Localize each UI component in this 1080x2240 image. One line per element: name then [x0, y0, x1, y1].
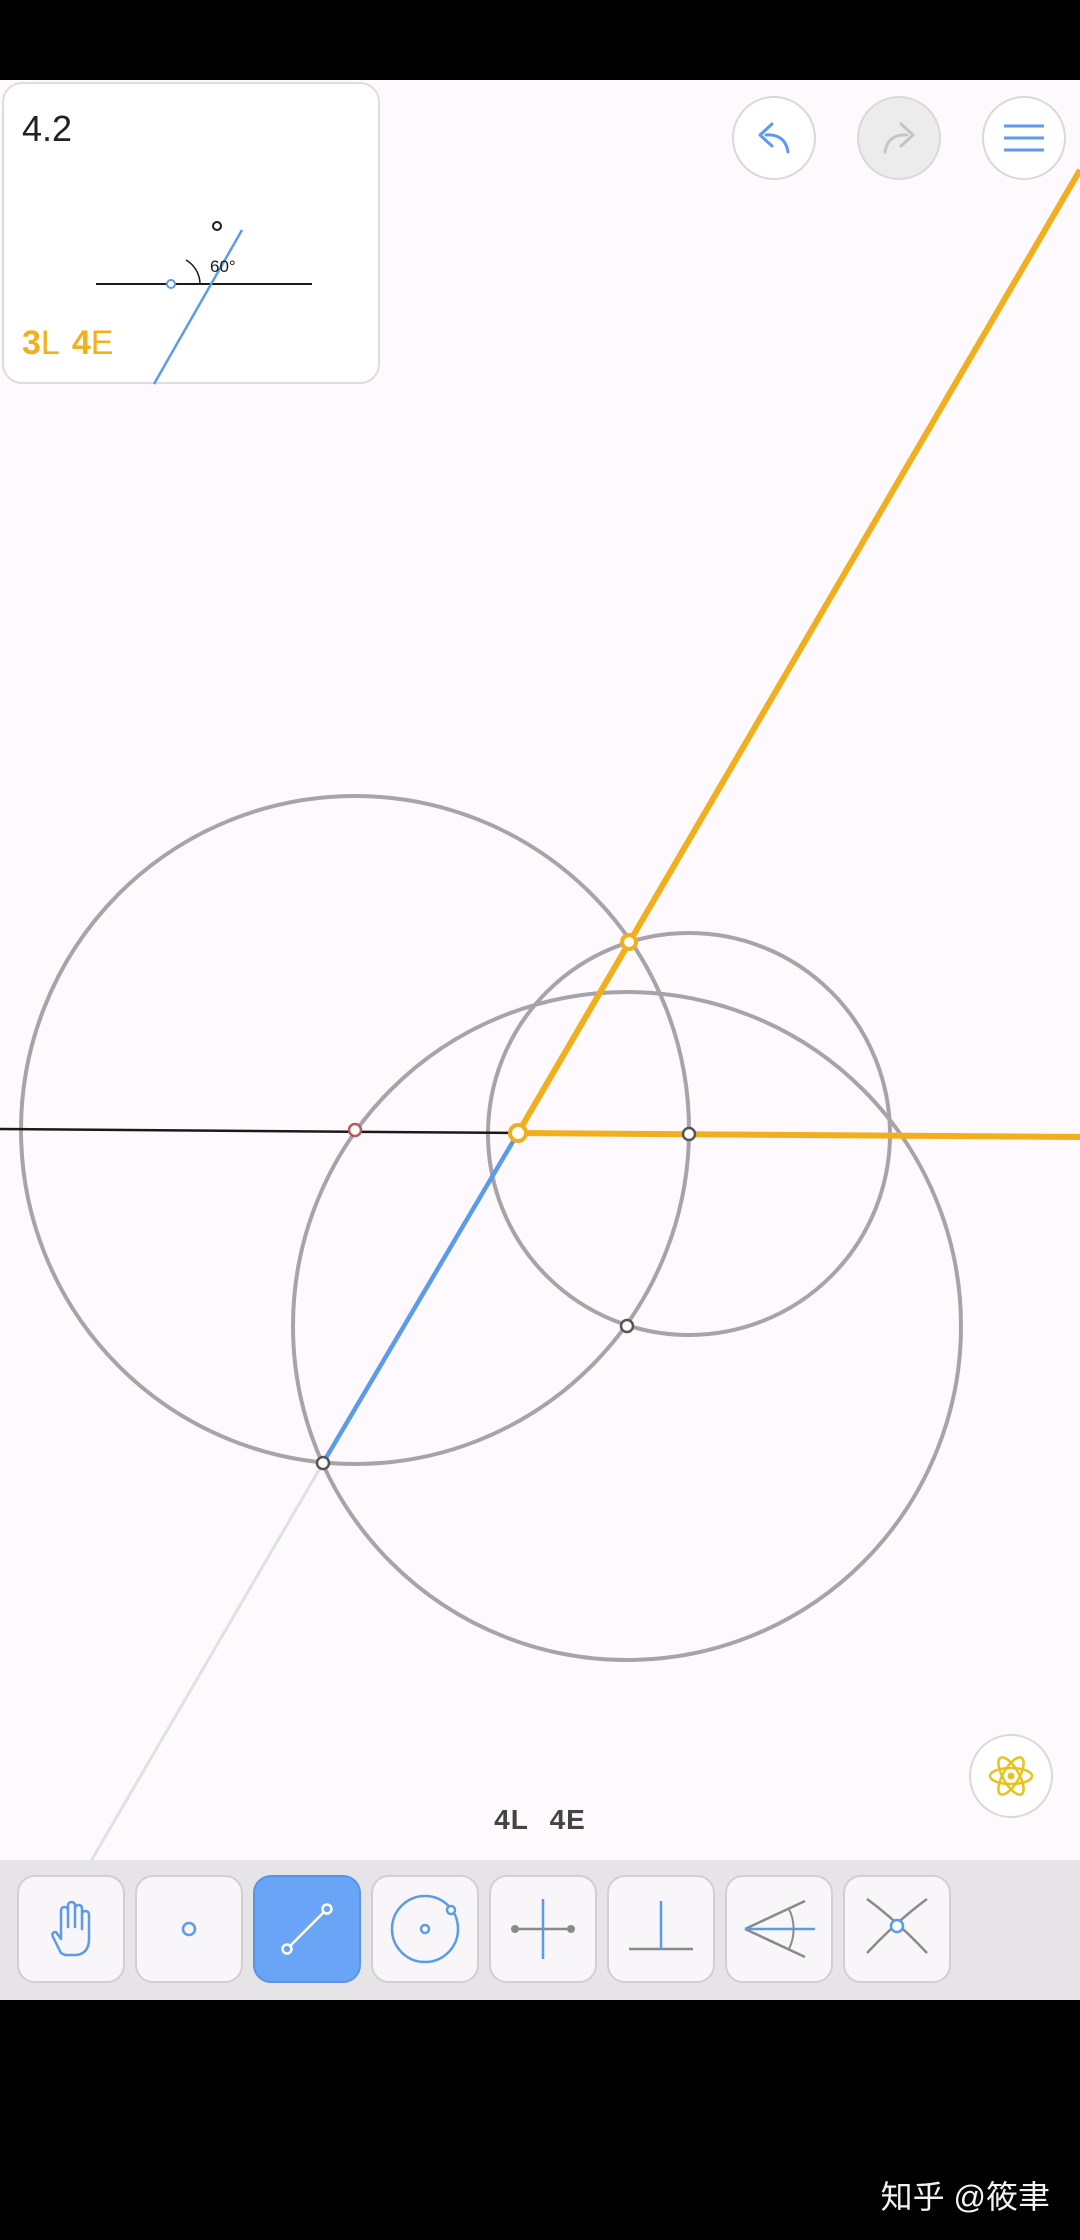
given-point[interactable]: [347, 1122, 363, 1138]
tool-line[interactable]: [253, 1875, 361, 1983]
atom-icon: [988, 1756, 1034, 1796]
goal-score: 3L 4E: [22, 324, 125, 363]
intersection-point[interactable]: [620, 933, 638, 951]
circle-center-point[interactable]: [681, 1126, 697, 1142]
circle-icon: [390, 1894, 460, 1964]
vertex-point[interactable]: [508, 1123, 528, 1143]
solution-line-angled[interactable]: [515, 168, 1080, 1135]
goal-lines-value: 3: [22, 324, 41, 362]
redo-arrow-icon: [883, 122, 915, 154]
elements-count: 4E: [549, 1804, 586, 1835]
given-ray[interactable]: [321, 1131, 520, 1465]
intersection-point[interactable]: [619, 1318, 635, 1334]
menu-button[interactable]: [982, 96, 1066, 180]
tool-perpendicular[interactable]: [607, 1875, 715, 1983]
line-extension: [89, 1462, 325, 1860]
goal-lines-letter: L: [40, 324, 60, 362]
goal-elements-value: 4: [71, 324, 91, 362]
lines-count: 4L: [494, 1804, 529, 1835]
hamburger-menu-icon: [1004, 124, 1044, 152]
tool-bar: [0, 1860, 1080, 2000]
move-counter: 4L 4E: [0, 1804, 1080, 1836]
angle-bisector-icon: [744, 1899, 815, 1959]
point-icon: [181, 1921, 197, 1937]
given-line[interactable]: [0, 1127, 519, 1135]
line-icon: [281, 1903, 333, 1955]
tool-point[interactable]: [135, 1875, 243, 1983]
perpendicular-icon: [629, 1901, 693, 1951]
intersection-icon: [866, 1897, 928, 1954]
undo-button[interactable]: [732, 96, 816, 180]
goal-elements-letter: E: [90, 324, 114, 362]
redo-button[interactable]: [857, 96, 941, 180]
perpendicular-bisector-icon: [511, 1899, 575, 1959]
solution-line-horizontal[interactable]: [517, 1130, 1080, 1140]
goal-card[interactable]: 4.2 60° 3L 4E: [2, 82, 380, 385]
undo-arrow-icon: [758, 122, 790, 154]
watermark: 知乎 @筱聿: [880, 2179, 1050, 2215]
tool-circle[interactable]: [371, 1875, 479, 1983]
status-bar: [0, 0, 1080, 80]
tool-perpendicular-bisector[interactable]: [489, 1875, 597, 1983]
hand-icon: [51, 1900, 91, 1957]
intersection-point[interactable]: [315, 1455, 331, 1471]
tool-move[interactable]: [17, 1875, 125, 1983]
tool-angle-bisector[interactable]: [725, 1875, 833, 1983]
angle-label: 60°: [210, 257, 236, 276]
tool-intersect[interactable]: [843, 1875, 951, 1983]
